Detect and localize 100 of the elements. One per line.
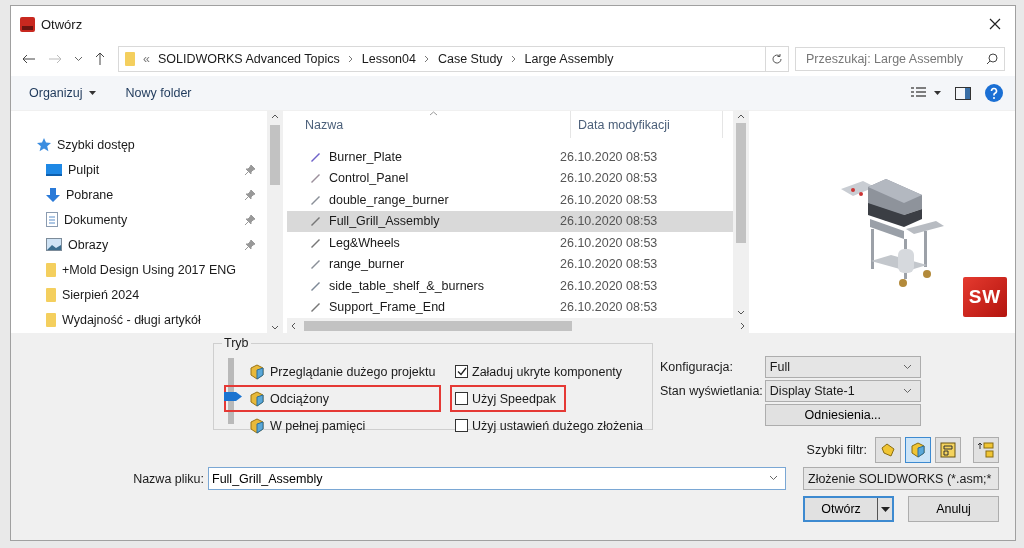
file-name-field[interactable]: Full_Grill_Assembly <box>208 467 786 490</box>
sidebar-item[interactable]: Pobrane <box>11 182 267 207</box>
sidebar-item[interactable]: +Mold Design Using 2017 ENG <box>11 257 267 282</box>
scroll-down-icon[interactable] <box>271 325 279 330</box>
pin-icon[interactable] <box>245 189 255 200</box>
new-folder-button[interactable]: Nowy folder <box>125 84 192 102</box>
file-name-label: Nazwa pliku: <box>132 471 205 486</box>
filter-button[interactable] <box>905 437 931 463</box>
breadcrumb[interactable]: Large Assembly <box>524 52 614 66</box>
file-row[interactable]: Burner_Plate 26.10.2020 08:53 <box>287 146 733 168</box>
scroll-thumb[interactable] <box>304 320 572 331</box>
document-icon <box>46 212 58 227</box>
pin-icon[interactable] <box>245 164 255 175</box>
filter-button[interactable] <box>973 437 999 463</box>
overflow-button[interactable]: « <box>143 52 150 66</box>
chevron-down-icon <box>769 475 778 481</box>
modified-date: 26.10.2020 08:53 <box>559 257 658 272</box>
chevron-right-icon <box>510 55 517 63</box>
checkbox[interactable]: Użyj ustawień dużego złożenia <box>450 412 653 439</box>
chevron-down-icon <box>902 364 912 370</box>
folder-icon <box>46 312 56 327</box>
open-button[interactable]: Otwórz <box>803 496 894 522</box>
file-row[interactable]: side_table_shelf_&_burners 26.10.2020 08:53 <box>287 275 733 297</box>
filter-button[interactable] <box>875 437 901 463</box>
scrollbar[interactable] <box>267 111 283 333</box>
file-row[interactable]: Leg&Wheels 26.10.2020 08:53 <box>287 232 733 254</box>
preview-pane-icon[interactable] <box>955 86 971 100</box>
chevron-right-icon <box>347 55 354 63</box>
pin-icon[interactable] <box>245 214 255 225</box>
image-icon <box>46 238 62 251</box>
file-row[interactable]: Full_Grill_Assembly 26.10.2020 08:53 <box>287 210 733 232</box>
assembly-icon <box>910 442 926 458</box>
breadcrumb[interactable]: SOLIDWORKS Advanced Topics <box>157 52 340 66</box>
arrow-right-icon <box>48 54 62 64</box>
breadcrumb[interactable]: Case Study <box>437 52 503 66</box>
column-header[interactable]: Nazwa <box>287 111 571 138</box>
display-state-dropdown[interactable]: Display State-1 <box>764 380 921 402</box>
app-icon <box>20 16 35 32</box>
check-icon <box>456 367 467 376</box>
file-row[interactable]: double_range_burner 26.10.2020 08:53 <box>287 189 733 211</box>
breadcrumb[interactable]: Lesson04 <box>361 52 416 66</box>
file-icon <box>309 258 321 271</box>
file-icon <box>309 301 321 314</box>
caret-icon <box>88 91 96 95</box>
column-header[interactable]: Data modyfikacji <box>571 111 723 138</box>
checkbox[interactable]: Załaduj ukryte komponenty <box>450 358 633 385</box>
pin-icon[interactable] <box>245 239 255 250</box>
scroll-thumb[interactable] <box>270 125 280 185</box>
arrow-left-icon <box>22 54 36 64</box>
sidebar-item[interactable]: Szybki dostęp <box>11 132 267 157</box>
cancel-button[interactable]: Anuluj <box>908 496 999 522</box>
scrollbar[interactable] <box>733 111 749 318</box>
references-button[interactable]: Odniesienia... <box>764 404 921 426</box>
scroll-up-icon[interactable] <box>737 114 745 119</box>
sidebar-item[interactable]: Obrazy <box>11 232 267 257</box>
file-row[interactable]: range_burner 26.10.2020 08:53 <box>287 253 733 275</box>
modified-date: 26.10.2020 08:53 <box>559 149 658 164</box>
help-icon[interactable] <box>985 84 1003 102</box>
sidebar-item[interactable]: Wydajność - długi artykół <box>11 307 267 332</box>
checkbox[interactable]: Użyj Speedpak <box>450 385 567 412</box>
file-row[interactable]: Control_Panel 26.10.2020 08:53 <box>287 167 733 189</box>
desktop-icon <box>46 163 62 176</box>
file-type-dropdown[interactable]: Złożenie SOLIDWORKS (*.asm;* <box>803 467 999 490</box>
chevron-down-icon <box>74 56 83 62</box>
search-field[interactable]: Przeszukaj: Large Assembly <box>795 47 1005 71</box>
drawing-icon <box>940 442 956 458</box>
close-icon <box>989 18 1001 30</box>
sidebar-item[interactable]: Sierpień 2024 <box>11 282 267 307</box>
file-row[interactable]: Support_Frame_End 26.10.2020 08:53 <box>287 296 733 318</box>
logo: SW <box>963 277 1007 317</box>
file-icon <box>309 193 321 206</box>
mode-option[interactable]: Odciążony <box>224 385 442 412</box>
configuration-label: Konfiguracja: <box>660 360 734 374</box>
file-name: Support_Frame_End <box>329 300 446 315</box>
scroll-thumb[interactable] <box>736 123 746 243</box>
scroll-left-icon[interactable] <box>291 321 296 330</box>
modified-date: 26.10.2020 08:53 <box>559 278 658 293</box>
scroll-right-icon[interactable] <box>740 321 745 330</box>
sort-caret-icon <box>429 111 438 116</box>
sidebar-item[interactable]: Pulpit <box>11 157 267 182</box>
sidebar-item[interactable]: Dokumenty <box>11 207 267 232</box>
horizontal-scrollbar[interactable] <box>287 318 749 333</box>
modified-date: 26.10.2020 08:53 <box>559 235 658 250</box>
configuration-dropdown[interactable]: Full <box>764 356 921 378</box>
dropdown-arrow-icon <box>880 506 890 512</box>
modified-date: 26.10.2020 08:53 <box>559 192 658 207</box>
scroll-down-icon[interactable] <box>737 310 745 315</box>
scroll-up-icon[interactable] <box>271 114 279 119</box>
mode-option[interactable]: W pełnej pamięci <box>224 412 442 439</box>
file-name: range_burner <box>329 257 405 272</box>
filter-button[interactable] <box>935 437 961 463</box>
mode-option[interactable]: Przeglądanie dużego projektu <box>224 358 442 385</box>
view-options-icon[interactable] <box>911 87 941 99</box>
organize-button[interactable]: Organizuj <box>29 84 96 102</box>
file-name: Full_Grill_Assembly <box>329 214 440 229</box>
pointer-icon <box>224 392 242 401</box>
part-icon <box>880 442 896 458</box>
file-name: Burner_Plate <box>329 149 402 164</box>
address-bar[interactable]: « SOLIDWORKS Advanced Topics Lesson04 Case Study Large Assembly <box>118 46 789 72</box>
folder-icon <box>46 287 56 302</box>
